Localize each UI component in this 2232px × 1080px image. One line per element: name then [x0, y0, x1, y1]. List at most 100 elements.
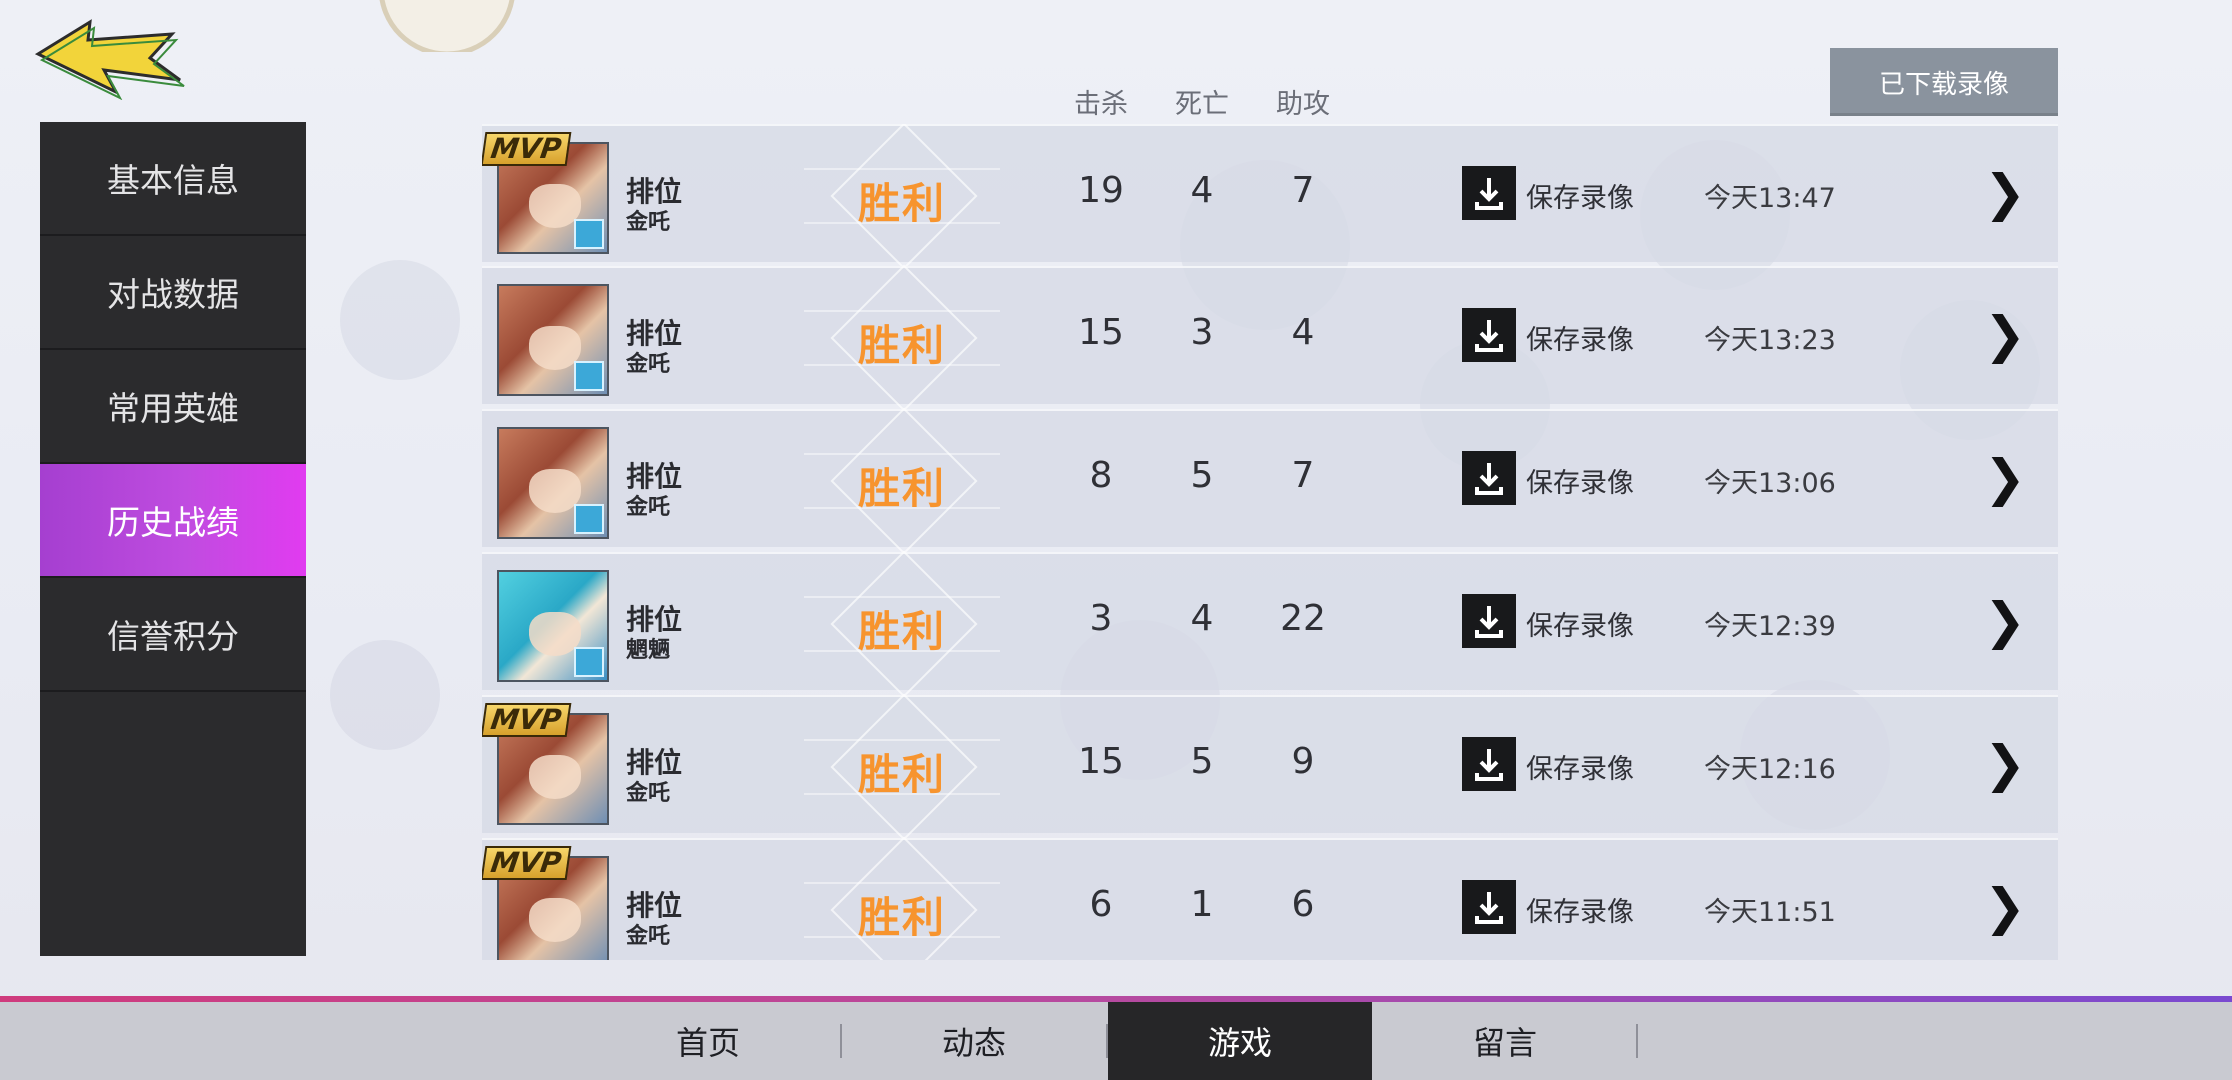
mvp-badge-icon: MVP	[482, 846, 572, 880]
hero-avatar	[497, 427, 609, 539]
kills-value: 3	[1089, 598, 1113, 639]
match-time: 今天12:39	[1704, 611, 1836, 642]
sidebar: 基本信息 对战数据 常用英雄 历史战绩 信誉积分	[40, 122, 306, 956]
match-result: 胜利	[857, 750, 946, 799]
mvp-badge-icon: MVP	[482, 703, 572, 737]
result-badge: 胜利	[782, 693, 1022, 841]
kills-header: 击杀	[1074, 89, 1128, 120]
tab-label: 游戏	[1207, 1024, 1272, 1062]
match-result: 胜利	[857, 893, 946, 942]
deaths-value: 1	[1190, 884, 1214, 925]
kills-value: 15	[1078, 741, 1124, 782]
match-row[interactable]: 排位 金吒 胜利 15 3 4 保存录像 今天13:23 ❯	[482, 264, 2058, 412]
downloaded-videos-button[interactable]: 已下载录像	[1830, 48, 2058, 116]
result-badge: 胜利	[782, 124, 1022, 270]
chevron-right-icon[interactable]: ❯	[1984, 878, 2026, 936]
bottom-nav: 首页 动态 游戏 留言	[0, 1002, 2232, 1080]
match-result: 胜利	[857, 607, 946, 656]
save-video-link[interactable]: 保存录像	[1526, 176, 1634, 215]
sidebar-item-label: 常用英雄	[107, 389, 239, 428]
assists-header: 助攻	[1276, 89, 1330, 120]
download-icon[interactable]	[1462, 594, 1516, 648]
hero-avatar	[497, 570, 609, 682]
assists-value: 6	[1291, 884, 1315, 925]
kills-value: 8	[1089, 455, 1113, 496]
hero-avatar: MVP	[482, 132, 609, 254]
match-list[interactable]: MVP 排位 金吒 胜利 19 4 7 保存录像 今天13:47 ❯ 排位 金吒…	[482, 124, 2058, 960]
hero-name: 金吒	[626, 781, 671, 806]
deaths-value: 3	[1190, 312, 1214, 353]
rank-badge-icon	[574, 361, 604, 391]
match-time: 今天11:51	[1704, 897, 1836, 928]
sidebar-item-label: 历史战绩	[107, 503, 239, 542]
match-time: 今天13:47	[1704, 183, 1836, 214]
deaths-header: 死亡	[1175, 89, 1229, 120]
tab-label: 首页	[675, 1024, 740, 1062]
tab-label: 留言	[1472, 1024, 1537, 1062]
tab-home[interactable]: 首页	[576, 1002, 840, 1080]
chevron-right-icon[interactable]: ❯	[1984, 164, 2026, 222]
sidebar-item-label: 基本信息	[107, 161, 239, 200]
rank-badge-icon	[574, 647, 604, 677]
assists-value: 9	[1291, 741, 1315, 782]
save-video-link[interactable]: 保存录像	[1526, 318, 1634, 357]
kills-value: 19	[1078, 170, 1124, 211]
match-row[interactable]: 排位 魍魉 胜利 3 4 22 保存录像 今天12:39 ❯	[482, 550, 2058, 698]
kills-value: 15	[1078, 312, 1124, 353]
hero-name: 金吒	[626, 210, 671, 235]
chevron-right-icon[interactable]: ❯	[1984, 592, 2026, 650]
save-video-link[interactable]: 保存录像	[1526, 604, 1634, 643]
hero-name: 金吒	[626, 352, 671, 377]
tab-messages[interactable]: 留言	[1374, 1002, 1636, 1080]
download-icon[interactable]	[1462, 308, 1516, 362]
match-result: 胜利	[857, 321, 946, 370]
sidebar-item-match-history[interactable]: 历史战绩	[40, 464, 306, 578]
match-result: 胜利	[857, 464, 946, 513]
deaths-value: 4	[1190, 598, 1214, 639]
tab-feed[interactable]: 动态	[842, 1002, 1106, 1080]
match-row[interactable]: MVP 排位 金吒 胜利 15 5 9 保存录像 今天12:16 ❯	[482, 693, 2058, 841]
assists-value: 22	[1280, 598, 1326, 639]
match-row[interactable]: 排位 金吒 胜利 8 5 7 保存录像 今天13:06 ❯	[482, 407, 2058, 555]
sidebar-item-basic-info[interactable]: 基本信息	[40, 122, 306, 236]
result-badge: 胜利	[782, 264, 1022, 412]
back-button[interactable]	[30, 14, 190, 101]
match-time: 今天13:23	[1704, 325, 1836, 356]
hero-name: 金吒	[626, 495, 671, 520]
download-icon[interactable]	[1462, 737, 1516, 791]
chevron-right-icon[interactable]: ❯	[1984, 449, 2026, 507]
deaths-value: 5	[1190, 741, 1214, 782]
match-result: 胜利	[857, 179, 946, 228]
result-badge: 胜利	[782, 836, 1022, 960]
deaths-value: 4	[1190, 170, 1214, 211]
sidebar-item-label: 信誉积分	[107, 617, 239, 656]
hero-avatar: MVP	[482, 846, 609, 960]
download-icon[interactable]	[1462, 880, 1516, 934]
save-video-link[interactable]: 保存录像	[1526, 461, 1634, 500]
sidebar-item-credit-score[interactable]: 信誉积分	[40, 578, 306, 692]
assists-value: 7	[1291, 170, 1315, 211]
sidebar-item-common-heroes[interactable]: 常用英雄	[40, 350, 306, 464]
match-row[interactable]: MVP 排位 金吒 胜利 6 1 6 保存录像 今天11:51 ❯	[482, 836, 2058, 960]
result-badge: 胜利	[782, 407, 1022, 555]
hero-name: 金吒	[626, 924, 671, 949]
tab-separator	[1636, 1024, 1638, 1058]
sidebar-item-label: 对战数据	[107, 275, 239, 314]
tab-game[interactable]: 游戏	[1108, 1002, 1372, 1080]
hero-avatar	[497, 284, 609, 396]
chevron-right-icon[interactable]: ❯	[1984, 306, 2026, 364]
download-icon[interactable]	[1462, 166, 1516, 220]
back-arrow-icon	[34, 19, 185, 101]
save-video-link[interactable]: 保存录像	[1526, 747, 1634, 786]
chevron-right-icon[interactable]: ❯	[1984, 735, 2026, 793]
assists-value: 7	[1291, 455, 1315, 496]
match-time: 今天12:16	[1704, 754, 1836, 785]
assists-value: 4	[1291, 312, 1315, 353]
save-video-link[interactable]: 保存录像	[1526, 890, 1634, 929]
result-badge: 胜利	[782, 550, 1022, 698]
match-time: 今天13:06	[1704, 468, 1836, 499]
sidebar-item-battle-data[interactable]: 对战数据	[40, 236, 306, 350]
download-icon[interactable]	[1462, 451, 1516, 505]
match-row[interactable]: MVP 排位 金吒 胜利 19 4 7 保存录像 今天13:47 ❯	[482, 124, 2058, 270]
tab-label: 动态	[941, 1024, 1006, 1062]
